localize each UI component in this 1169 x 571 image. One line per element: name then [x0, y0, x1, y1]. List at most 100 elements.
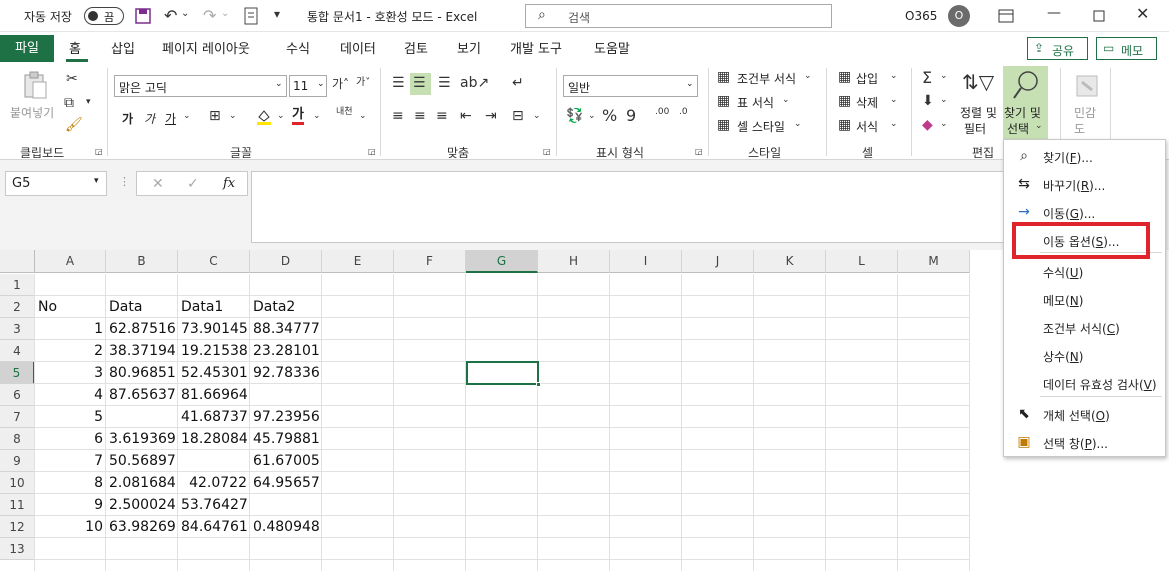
cell-c8[interactable]: 18.28084 [179, 428, 249, 450]
menu-item-5[interactable]: 메모(N) [1004, 285, 1165, 313]
row-header-11[interactable]: 11 [0, 494, 35, 516]
row-header-6[interactable]: 6 [0, 384, 35, 406]
redo-icon[interactable]: ↷ [203, 8, 216, 24]
column-header-h[interactable]: H [538, 250, 610, 273]
save-icon[interactable] [134, 7, 152, 25]
redo-dropdown-icon[interactable]: ⌄ [221, 9, 229, 19]
cell-c12[interactable]: 84.64761 [179, 516, 249, 538]
cell-d7[interactable]: 97.23956 [251, 406, 321, 428]
formula-input[interactable] [251, 171, 1011, 243]
menu-item-4[interactable]: 수식(U) [1004, 257, 1165, 285]
borders-dropdown-icon[interactable]: ⌄ [229, 112, 237, 121]
cell-d9[interactable]: 61.67005 [251, 450, 321, 472]
cell-d12[interactable]: 0.480948 [251, 516, 321, 538]
cell-b4[interactable]: 38.37194 [107, 340, 177, 362]
chevron-down-icon[interactable]: ⌄ [890, 72, 898, 81]
cell-b5[interactable]: 80.96851 [107, 362, 177, 384]
merge-center-icon[interactable]: ⊟ [512, 109, 524, 123]
font-color-icon[interactable]: 가 [292, 108, 304, 125]
cell-a7[interactable]: 5 [36, 406, 105, 428]
format-cells-icon[interactable]: ▦ [838, 118, 851, 132]
tab-insert[interactable]: 삽입 [111, 38, 135, 57]
form-icon[interactable] [244, 7, 258, 25]
menu-item-6[interactable]: 조건부 서식(C) [1004, 313, 1165, 341]
decrease-font-icon[interactable]: 가˅ [356, 78, 370, 88]
row-header-2[interactable]: 2 [0, 296, 35, 318]
font-color-dropdown-icon[interactable]: ⌄ [313, 112, 321, 121]
cell-b9[interactable]: 50.56897 [107, 450, 177, 472]
cell-b12[interactable]: 63.98269 [107, 516, 177, 538]
cell-a3[interactable]: 1 [36, 318, 105, 340]
column-header-b[interactable]: B [106, 250, 178, 273]
tab-help[interactable]: 도움말 [594, 38, 630, 57]
row-header-7[interactable]: 7 [0, 406, 35, 428]
cell-b11[interactable]: 2.500024 [107, 494, 177, 516]
column-header-d[interactable]: D [250, 250, 322, 273]
number-format-select[interactable]: 일반 ⌄ [563, 75, 698, 97]
cell-a10[interactable]: 8 [36, 472, 105, 494]
search-box[interactable]: ⌕ 검색 [525, 4, 832, 28]
cell-b10[interactable]: 2.081684 [107, 472, 177, 494]
cell-d10[interactable]: 64.95657 [251, 472, 321, 494]
tab-data[interactable]: 데이터 [340, 38, 376, 57]
align-middle-icon[interactable]: ☰ [410, 73, 431, 95]
cell-c11[interactable]: 53.76427 [179, 494, 249, 516]
column-header-c[interactable]: C [178, 250, 250, 273]
tab-developer[interactable]: 개발 도구 [510, 38, 562, 57]
cell-b6[interactable]: 87.65637 [107, 384, 177, 406]
avatar[interactable]: O [948, 5, 970, 27]
chevron-down-icon[interactable]: ⌄ [804, 72, 812, 81]
increase-decimal-icon[interactable]: .00 [655, 108, 669, 117]
cell-d2[interactable]: Data2 [251, 296, 321, 318]
sort-filter-icon[interactable]: ⇅▽ [962, 72, 994, 92]
cell-a5[interactable]: 3 [36, 362, 105, 384]
insert-function-icon[interactable]: fx [223, 176, 235, 191]
align-right-icon[interactable]: ≡ [436, 109, 448, 123]
clear-icon[interactable]: ◆ [922, 118, 933, 132]
fill-down-icon[interactable]: ⬇ [922, 94, 934, 108]
share-button[interactable]: ⇪ 공유 [1027, 37, 1088, 60]
column-header-g[interactable]: G [466, 250, 538, 273]
underline-button[interactable]: 가 [165, 110, 176, 127]
enter-icon[interactable]: ✓ [187, 177, 199, 191]
row-header-9[interactable]: 9 [0, 450, 35, 472]
font-launcher-icon[interactable]: ◲ [368, 148, 376, 156]
copy-icon[interactable]: ⧉ [64, 96, 74, 110]
row-header-4[interactable]: 4 [0, 340, 35, 362]
cell-a9[interactable]: 7 [36, 450, 105, 472]
column-header-e[interactable]: E [322, 250, 394, 273]
format-as-table-icon[interactable]: ▦ [717, 94, 730, 108]
menu-item-1[interactable]: ⇆ 바꾸기(R)... [1004, 170, 1165, 198]
cell-a6[interactable]: 4 [36, 384, 105, 406]
chevron-down-icon[interactable]: ⌄ [782, 96, 790, 105]
cell-b8[interactable]: 3.619369 [107, 428, 177, 450]
comma-style-icon[interactable]: 9 [626, 108, 636, 124]
column-header-a[interactable]: A [35, 250, 106, 273]
accounting-format-icon[interactable]: 💱 [566, 109, 583, 123]
conditional-format-button[interactable]: 조건부 서식 [737, 70, 796, 87]
wrap-text-icon[interactable]: ↵ [512, 76, 524, 90]
cell-styles-icon[interactable]: ▦ [717, 118, 730, 132]
find-select-button[interactable]: 찾기 및 선택 ⌄ [1003, 66, 1048, 140]
select-all-corner[interactable] [0, 250, 35, 273]
cell-c4[interactable]: 19.21538 [179, 340, 249, 362]
account-name[interactable]: O365 [905, 9, 937, 23]
alignment-launcher-icon[interactable]: ◲ [543, 148, 551, 156]
minimize-icon[interactable]: — [1047, 6, 1061, 20]
clipboard-launcher-icon[interactable]: ◲ [95, 148, 103, 156]
underline-dropdown-icon[interactable]: ⌄ [183, 112, 191, 121]
autosave-toggle[interactable]: 끔 [84, 7, 124, 25]
number-launcher-icon[interactable]: ◲ [695, 148, 703, 156]
cell-a12[interactable]: 10 [36, 516, 105, 538]
maximize-icon[interactable] [1093, 10, 1105, 22]
column-header-m[interactable]: M [898, 250, 970, 273]
cell-styles-button[interactable]: 셀 스타일 [737, 118, 785, 135]
cell-d5[interactable]: 92.78336 [251, 362, 321, 384]
clear-dropdown-icon[interactable]: ⌄ [940, 120, 948, 129]
undo-dropdown-icon[interactable]: ⌄ [181, 9, 189, 19]
column-header-k[interactable]: K [754, 250, 826, 273]
menu-item-9[interactable]: ⬉ 개체 선택(O) [1004, 400, 1165, 428]
cell-d4[interactable]: 23.28101 [251, 340, 321, 362]
insert-cells-button[interactable]: 삽입 [856, 70, 878, 87]
menu-item-7[interactable]: 상수(N) [1004, 341, 1165, 369]
